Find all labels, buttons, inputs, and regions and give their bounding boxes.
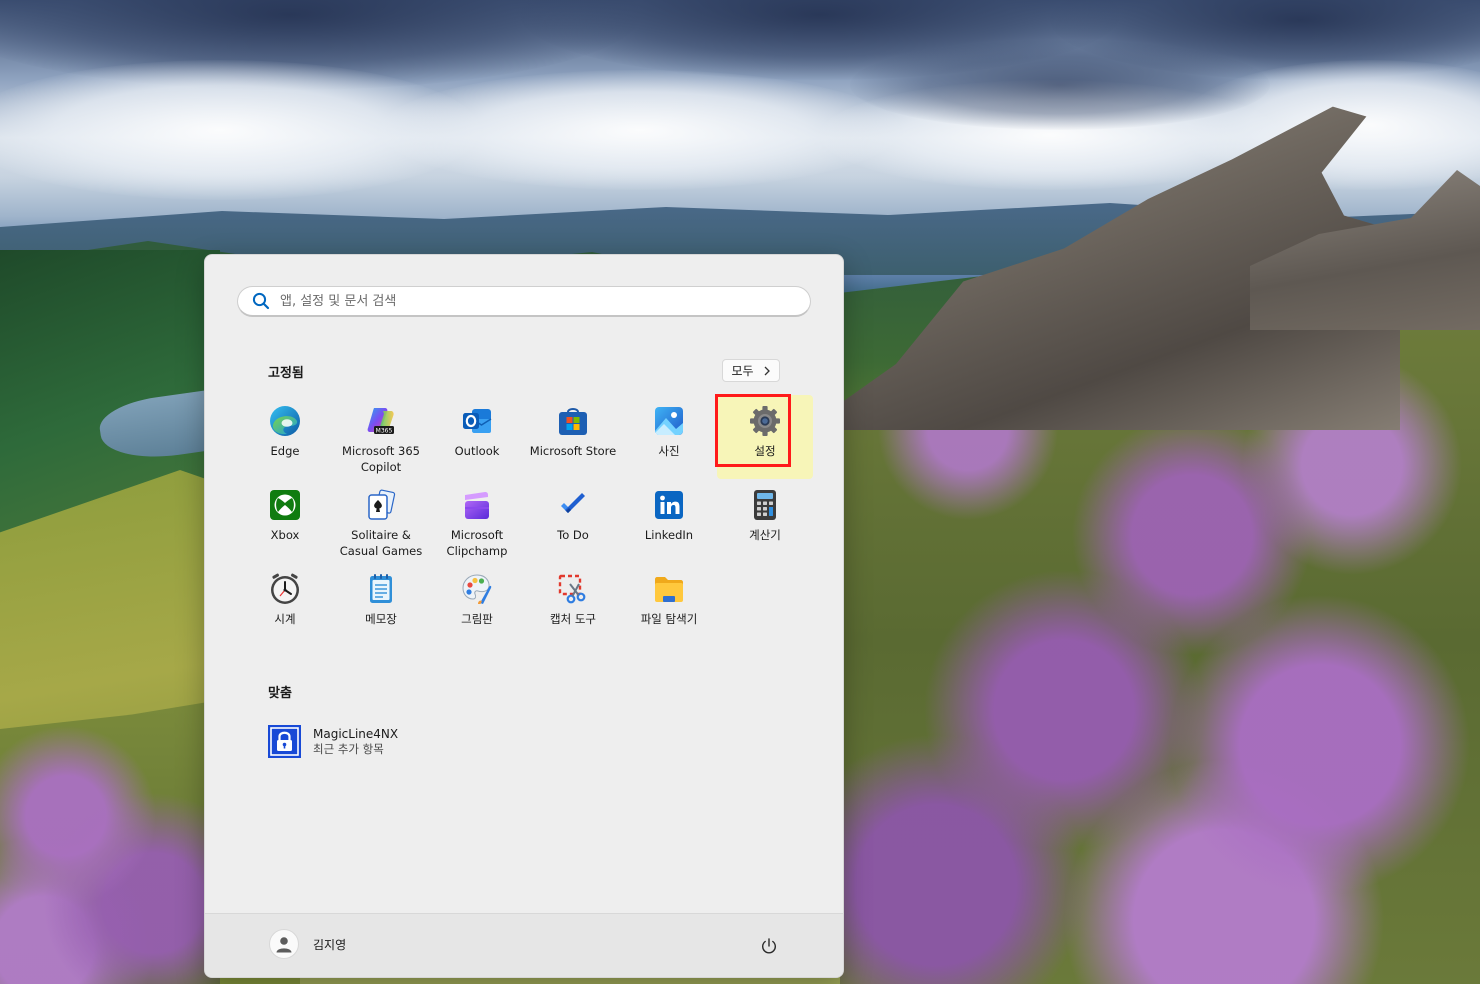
search-icon bbox=[252, 292, 270, 310]
pinned-app-microsoft-store[interactable]: Microsoft Store bbox=[525, 395, 621, 479]
app-label: Solitaire & Casual Games bbox=[339, 528, 423, 558]
pinned-app-to-do[interactable]: To Do bbox=[525, 479, 621, 563]
pinned-app-outlook[interactable]: Outlook bbox=[429, 395, 525, 479]
app-label: LinkedIn bbox=[644, 528, 694, 542]
pinned-app-notepad[interactable]: 메모장 bbox=[333, 563, 429, 647]
all-apps-button[interactable]: 모두 bbox=[722, 359, 780, 382]
pinned-app-m365-copilot[interactable]: M365 Microsoft 365 Copilot bbox=[333, 395, 429, 479]
recommended-section-title: 맞춤 bbox=[268, 686, 292, 701]
all-apps-button-label: 모두 bbox=[731, 364, 754, 378]
notepad-icon bbox=[370, 574, 392, 603]
start-menu: 고정됨 모두 Edge bbox=[204, 254, 844, 978]
search-input[interactable] bbox=[280, 289, 810, 313]
user-account-button[interactable]: 김지영 bbox=[269, 929, 346, 959]
app-label: 파일 탐색기 bbox=[640, 612, 698, 626]
power-icon bbox=[762, 938, 776, 954]
app-label: 캡처 도구 bbox=[550, 612, 596, 626]
solitaire-icon bbox=[368, 489, 396, 520]
pinned-app-snipping-tool[interactable]: 캡처 도구 bbox=[525, 563, 621, 647]
pinned-app-calculator[interactable]: 계산기 bbox=[717, 479, 813, 563]
app-label: 그림판 bbox=[461, 612, 493, 626]
pinned-app-linkedin[interactable]: LinkedIn bbox=[621, 479, 717, 563]
pinned-apps-grid: Edge M365 Microsoft 365 Copilot Outlook … bbox=[237, 394, 813, 647]
app-label: Outlook bbox=[454, 444, 500, 458]
chevron-right-icon bbox=[764, 366, 770, 375]
pinned-app-settings[interactable]: 설정 bbox=[715, 394, 813, 479]
app-label: 메모장 bbox=[365, 612, 397, 626]
app-label: 설정 bbox=[754, 444, 776, 458]
file-explorer-folder-icon bbox=[655, 577, 683, 602]
todo-check-icon bbox=[561, 493, 585, 513]
clipchamp-icon bbox=[465, 492, 489, 519]
svg-text:M365: M365 bbox=[376, 427, 393, 434]
app-label: 시계 bbox=[274, 612, 296, 626]
paint-palette-icon bbox=[462, 574, 492, 604]
start-menu-footer: 김지영 bbox=[205, 913, 843, 977]
app-label: Edge bbox=[270, 444, 300, 458]
recommended-item-subtitle: 최근 추가 항목 bbox=[313, 741, 384, 756]
pinned-app-solitaire[interactable]: Solitaire & Casual Games bbox=[333, 479, 429, 563]
pinned-app-xbox[interactable]: Xbox bbox=[237, 479, 333, 563]
power-button[interactable] bbox=[758, 935, 780, 957]
calculator-icon bbox=[754, 490, 776, 520]
xbox-icon bbox=[270, 490, 300, 520]
m365-copilot-icon: M365 bbox=[367, 408, 394, 434]
pinned-app-clock[interactable]: 시계 bbox=[237, 563, 333, 647]
app-label: 계산기 bbox=[749, 528, 781, 542]
app-label: Microsoft Store bbox=[529, 444, 617, 458]
pinned-app-clipchamp[interactable]: Microsoft Clipchamp bbox=[429, 479, 525, 563]
pinned-app-edge[interactable]: Edge bbox=[237, 395, 333, 479]
app-label: To Do bbox=[557, 528, 589, 542]
pinned-app-file-explorer[interactable]: 파일 탐색기 bbox=[621, 563, 717, 647]
snipping-tool-icon bbox=[558, 574, 586, 604]
app-label: Microsoft 365 Copilot bbox=[342, 444, 420, 474]
edge-icon bbox=[270, 406, 300, 436]
settings-gear-icon bbox=[750, 406, 780, 436]
recommended-item-magicline4nx[interactable]: MagicLine4NX 최근 추가 항목 bbox=[268, 725, 398, 758]
avatar bbox=[269, 929, 299, 959]
pinned-app-photos[interactable]: 사진 bbox=[621, 395, 717, 479]
outlook-icon bbox=[463, 409, 492, 433]
store-icon bbox=[559, 408, 587, 435]
photos-icon bbox=[655, 407, 683, 435]
pinned-app-paint[interactable]: 그림판 bbox=[429, 563, 525, 647]
clock-icon bbox=[271, 573, 299, 604]
app-label: 사진 bbox=[658, 444, 680, 458]
search-box[interactable] bbox=[237, 286, 811, 317]
linkedin-icon bbox=[655, 491, 683, 519]
user-icon bbox=[276, 937, 292, 953]
user-name: 김지영 bbox=[313, 937, 347, 952]
recommended-item-name: MagicLine4NX bbox=[313, 726, 399, 741]
pinned-section-title: 고정됨 bbox=[268, 366, 304, 381]
app-label: Xbox bbox=[270, 528, 300, 542]
magicline-lock-icon bbox=[268, 725, 301, 758]
app-label: Microsoft Clipchamp bbox=[446, 528, 508, 558]
